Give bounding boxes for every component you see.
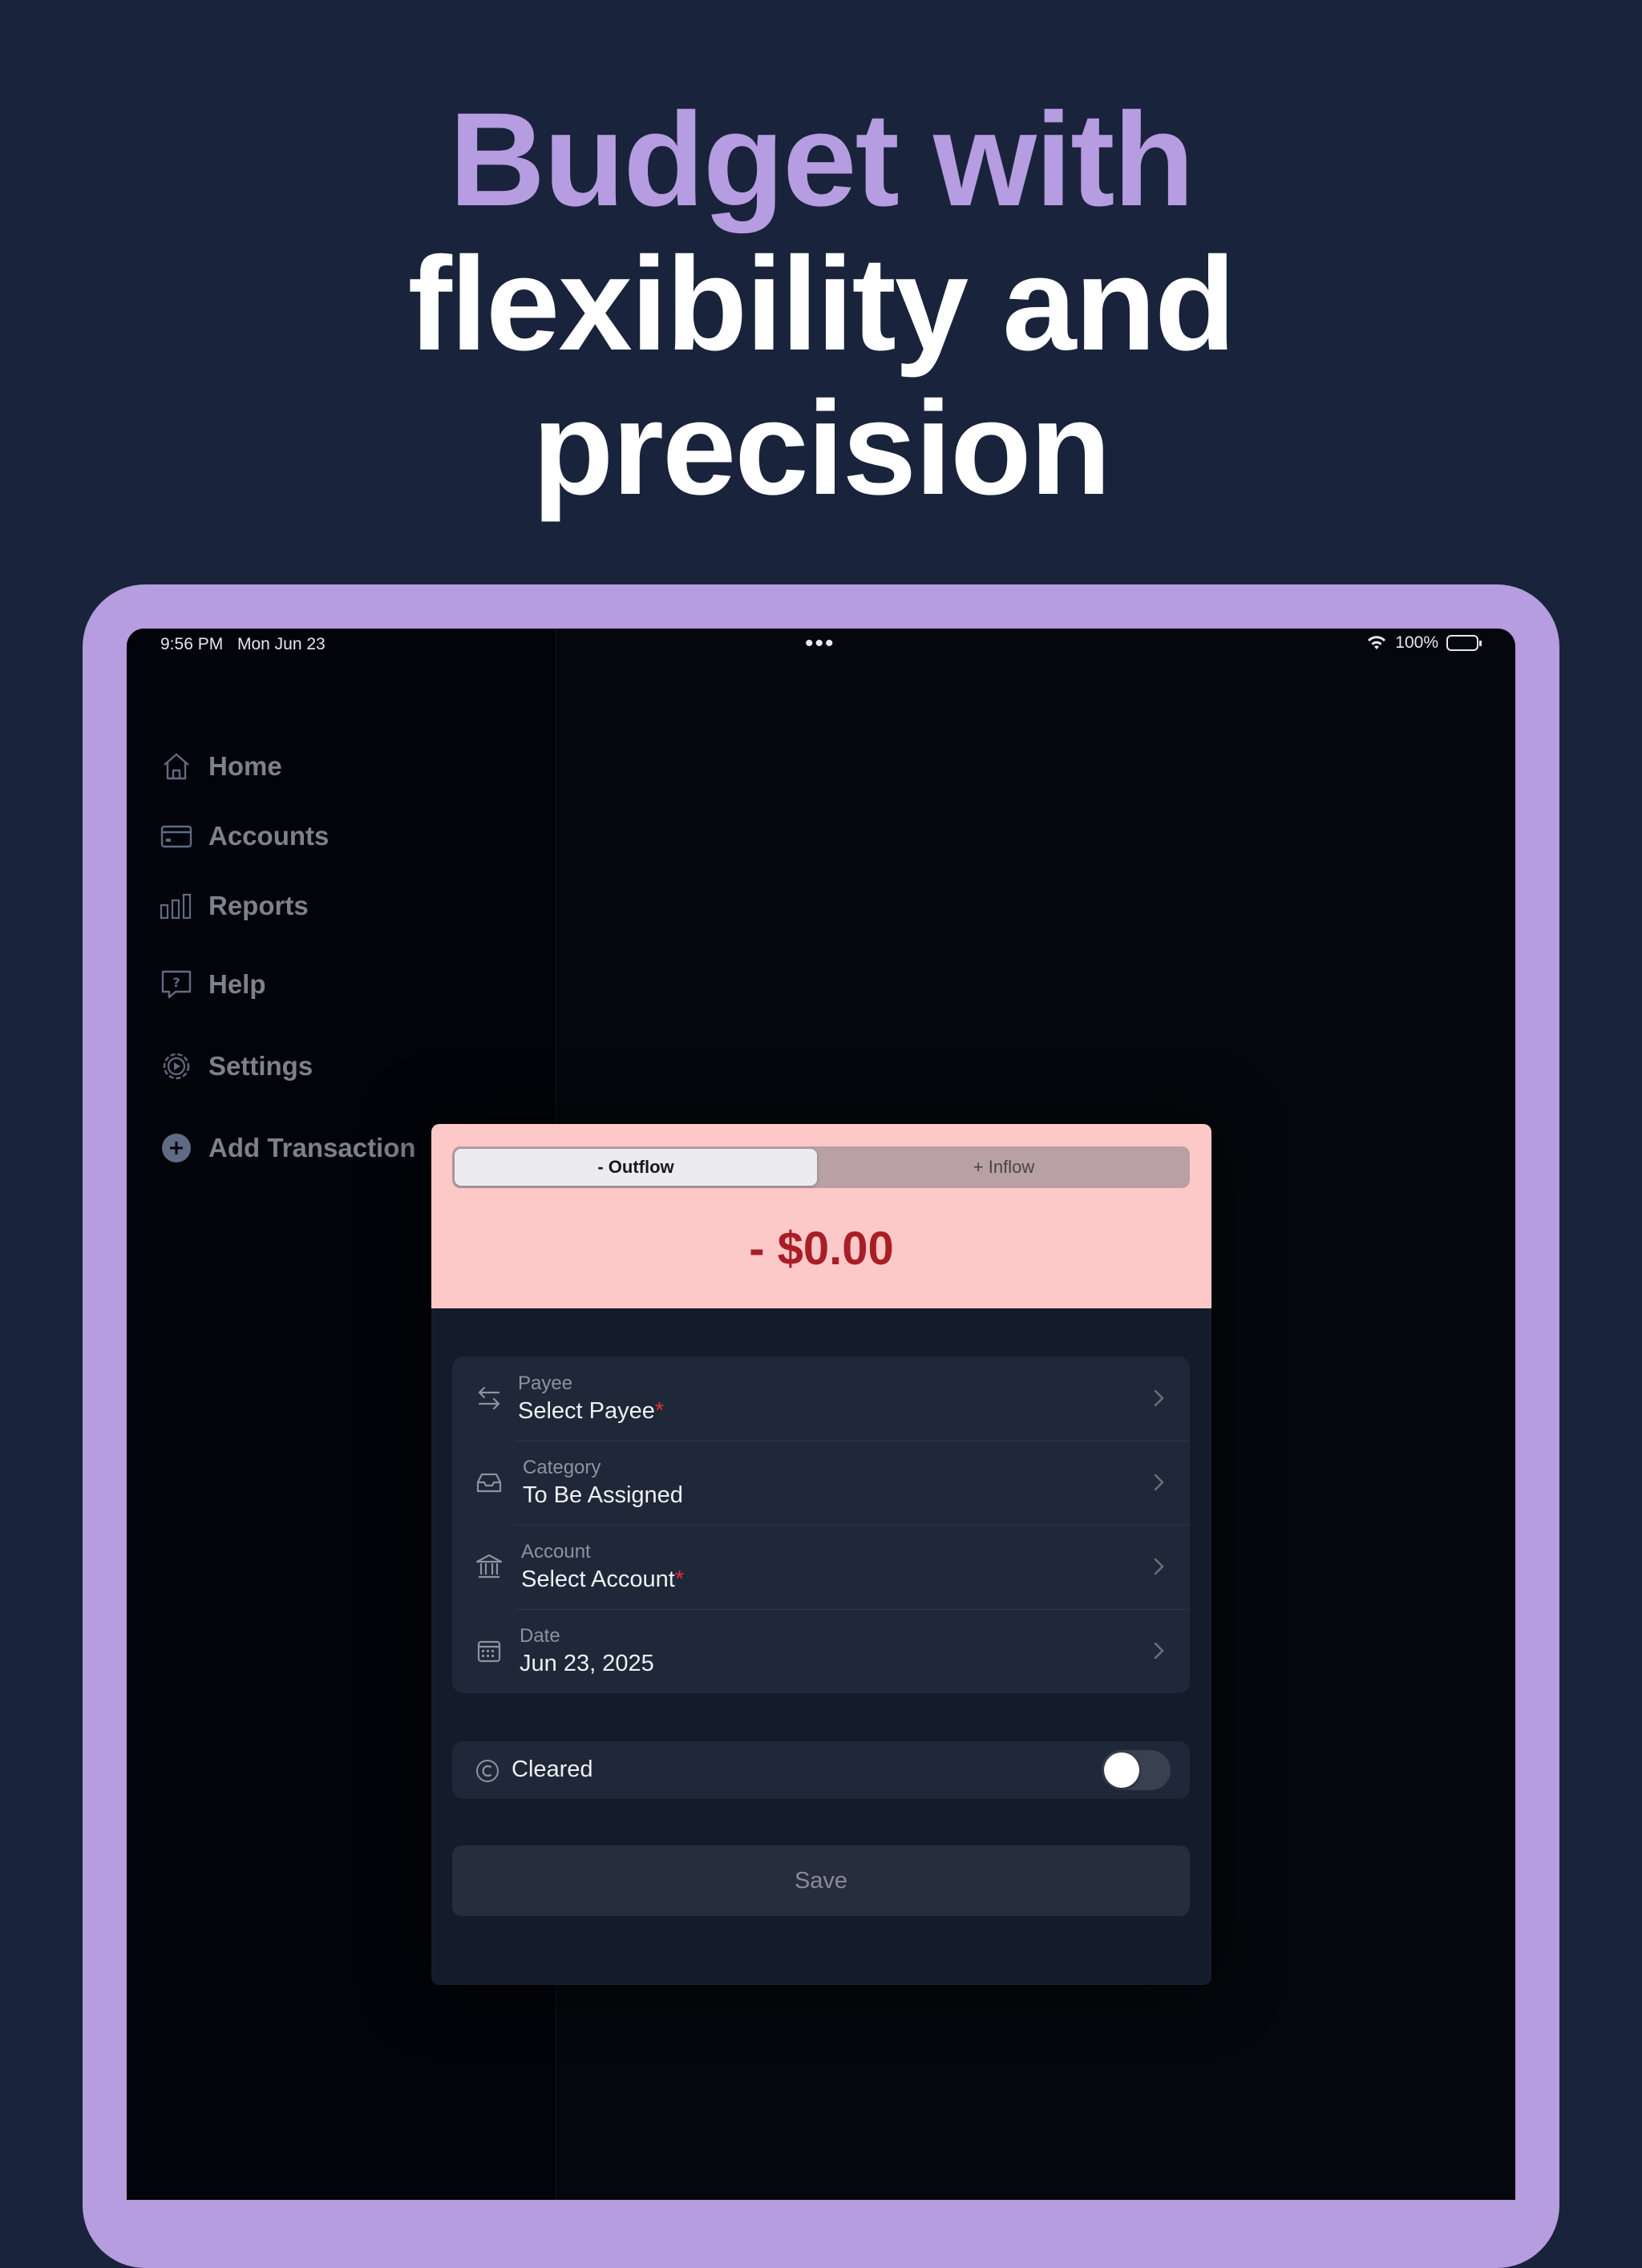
- sidebar-item-reports[interactable]: Reports: [159, 888, 309, 924]
- add-transaction-sheet: - Outflow + Inflow - $0.00 Payee Select …: [431, 1124, 1211, 1985]
- battery-icon: [1446, 635, 1482, 651]
- svg-text:?: ?: [172, 975, 180, 990]
- headline: Budget with flexibility and precision: [0, 88, 1642, 521]
- headline-line-2: flexibility and: [407, 230, 1236, 378]
- status-bar: 9:56 PM Mon Jun 23 ••• 100%: [127, 629, 1515, 661]
- copyright-c-icon: [476, 1760, 499, 1782]
- segment-outflow[interactable]: - Outflow: [455, 1149, 817, 1186]
- chevron-right-icon: [1154, 1558, 1164, 1575]
- ipad-screen: 9:56 PM Mon Jun 23 ••• 100% Home Account…: [127, 629, 1515, 2200]
- payee-label: Payee: [518, 1373, 573, 1394]
- account-label: Account: [521, 1541, 591, 1563]
- sidebar-item-label: Reports: [208, 891, 309, 920]
- chevron-right-icon: [1154, 1474, 1164, 1491]
- category-value: To Be Assigned: [523, 1482, 683, 1508]
- transaction-fields: Payee Select Payee* Category To Be Assig…: [452, 1356, 1190, 1693]
- wifi-icon: [1368, 636, 1386, 649]
- date-value: Jun 23, 2025: [520, 1651, 654, 1676]
- chevron-right-icon: [1154, 1642, 1164, 1660]
- payee-row[interactable]: Payee Select Payee*: [452, 1356, 1190, 1441]
- calendar-icon: [475, 1636, 504, 1665]
- gear-icon: [159, 1049, 194, 1084]
- toggle-knob: [1104, 1753, 1139, 1788]
- payee-value: Select Payee*: [518, 1398, 665, 1424]
- multitask-dots[interactable]: •••: [805, 630, 835, 657]
- sidebar-item-add-transaction[interactable]: Add Transaction: [159, 1130, 416, 1166]
- flow-segmented-control: - Outflow + Inflow: [452, 1146, 1190, 1188]
- date-label: Date: [520, 1625, 560, 1647]
- battery-percent: 100%: [1395, 633, 1438, 652]
- date-row[interactable]: Date Jun 23, 2025: [452, 1609, 1190, 1693]
- sidebar-item-settings[interactable]: Settings: [159, 1049, 313, 1084]
- cleared-label: Cleared: [512, 1757, 593, 1782]
- status-right: 100%: [1366, 633, 1482, 653]
- home-icon: [159, 749, 194, 784]
- tray-icon: [475, 1468, 504, 1497]
- segment-inflow[interactable]: + Inflow: [823, 1149, 1185, 1186]
- chevron-right-icon: [1154, 1389, 1164, 1407]
- category-row[interactable]: Category To Be Assigned: [452, 1441, 1190, 1525]
- cleared-row: Cleared: [452, 1741, 1190, 1799]
- swap-arrows-icon: [475, 1384, 504, 1413]
- cleared-toggle[interactable]: [1102, 1750, 1171, 1790]
- headline-line-1: Budget with: [449, 86, 1195, 234]
- account-value: Select Account*: [521, 1567, 685, 1592]
- credit-card-icon: [159, 819, 194, 854]
- save-button[interactable]: Save: [452, 1846, 1190, 1916]
- status-date: Mon Jun 23: [237, 635, 326, 653]
- plus-circle-icon: [159, 1130, 194, 1166]
- help-bubble-icon: ?: [159, 967, 194, 1002]
- sidebar-item-label: Settings: [208, 1051, 313, 1081]
- sidebar-item-accounts[interactable]: Accounts: [159, 819, 329, 854]
- bar-chart-icon: [159, 888, 194, 924]
- bank-icon: [475, 1552, 504, 1581]
- sidebar-item-label: Help: [208, 969, 266, 999]
- sidebar-item-label: Home: [208, 751, 282, 781]
- sidebar-item-label: Add Transaction: [208, 1133, 416, 1162]
- amount-display[interactable]: - $0.00: [431, 1222, 1211, 1275]
- amount-area: - Outflow + Inflow - $0.00: [431, 1124, 1211, 1308]
- sidebar-item-label: Accounts: [208, 821, 330, 851]
- headline-line-3: precision: [532, 374, 1111, 523]
- category-label: Category: [523, 1457, 601, 1478]
- sidebar-item-home[interactable]: Home: [159, 749, 282, 784]
- status-time: 9:56 PM: [160, 635, 224, 653]
- sidebar-item-help[interactable]: ? Help: [159, 967, 266, 1002]
- account-row[interactable]: Account Select Account*: [452, 1525, 1190, 1609]
